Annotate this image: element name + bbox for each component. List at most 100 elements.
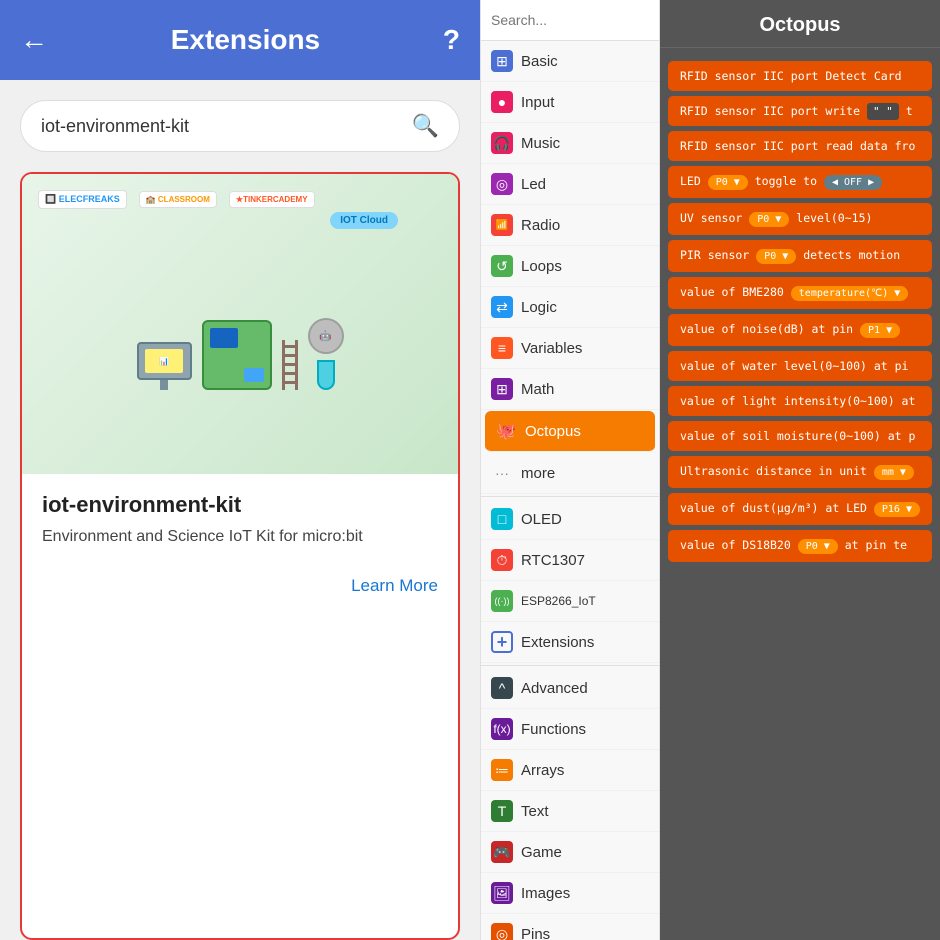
rtc-icon: ⏱ [491, 549, 513, 571]
right-panel: Octopus RFID sensor IIC port Detect Card… [660, 0, 940, 940]
basic-icon: ⊞ [491, 50, 513, 72]
logos-row: 🔲 ELECFREAKS 🏫 CLASSROOM ★TINKERCADEMY [38, 190, 315, 209]
sidebar-item-images[interactable]: 🖼 Images [481, 873, 659, 914]
search-input[interactable] [41, 116, 412, 137]
block-text-ultrasonic: Ultrasonic distance in unit mm ▼ [680, 464, 914, 480]
octopus-label: Octopus [525, 423, 581, 440]
block-pir-sensor[interactable]: PIR sensor P0 ▼ detects motion [668, 240, 932, 272]
sidebar-item-game[interactable]: 🎮 Game [481, 832, 659, 873]
block-text-rfid-detect: RFID sensor IIC port Detect Card [680, 69, 902, 83]
sidebar-item-functions[interactable]: f(x) Functions [481, 709, 659, 750]
chip [244, 368, 264, 382]
back-button[interactable]: ← [20, 24, 48, 56]
search-icon[interactable]: 🔍 [412, 113, 439, 139]
monitor-shape: 📊 [137, 342, 192, 380]
block-text-soil: value of soil moisture(0~100) at p [680, 429, 915, 443]
block-text-water: value of water level(0~100) at pi [680, 359, 908, 373]
sidebar-item-advanced[interactable]: ^ Advanced [481, 668, 659, 709]
block-ultrasonic[interactable]: Ultrasonic distance in unit mm ▼ [668, 456, 932, 488]
loops-label: Loops [521, 258, 562, 275]
sidebar-item-oled[interactable]: □ OLED [481, 499, 659, 540]
advanced-icon: ^ [491, 677, 513, 699]
sidebar-item-rtc1307[interactable]: ⏱ RTC1307 [481, 540, 659, 581]
block-noise[interactable]: value of noise(dB) at pin P1 ▼ [668, 314, 932, 346]
logo-elecfreaks: 🔲 ELECFREAKS [38, 190, 127, 209]
sidebar-item-variables[interactable]: ≡ Variables [481, 328, 659, 369]
music-icon: 🎧 [491, 132, 513, 154]
sidebar-item-basic[interactable]: ⊞ Basic [481, 41, 659, 82]
block-rfid-read[interactable]: RFID sensor IIC port read data fro [668, 131, 932, 161]
iot-cloud-label: IOT Cloud [330, 212, 398, 229]
sidebar-item-more[interactable]: ··· more [481, 453, 659, 494]
middle-search-bar: 🔍 [481, 0, 659, 41]
variables-icon: ≡ [491, 337, 513, 359]
sidebar-item-pins[interactable]: ◎ Pins [481, 914, 659, 940]
sidebar-item-input[interactable]: ● Input [481, 82, 659, 123]
block-soil-moisture[interactable]: value of soil moisture(0~100) at p [668, 421, 932, 451]
ladder-shape [282, 340, 298, 390]
sidebar-item-loops[interactable]: ↺ Loops [481, 246, 659, 287]
flask-shape [317, 360, 335, 390]
block-ds18b20[interactable]: value of DS18B20 P0 ▼ at pin te [668, 530, 932, 562]
sidebar-item-arrays[interactable]: ≔ Arrays [481, 750, 659, 791]
block-text-pir: PIR sensor P0 ▼ detects motion [680, 248, 900, 264]
led-icon: ◎ [491, 173, 513, 195]
block-light-intensity[interactable]: value of light intensity(0~100) at [668, 386, 932, 416]
block-text-led: LED P0 ▼ toggle to ◀ OFF ▶ [680, 174, 882, 190]
block-dust[interactable]: value of dust(μg/m³) at LED P16 ▼ [668, 493, 932, 525]
input-icon: ● [491, 91, 513, 113]
card-body: iot-environment-kit Environment and Scie… [22, 474, 458, 566]
middle-panel: 🔍 ⊞ Basic ● Input 🎧 Music ◎ Led 📶 Radio … [480, 0, 660, 940]
robot-shape: 🤖 [308, 318, 344, 354]
music-label: Music [521, 135, 560, 152]
block-uv-sensor[interactable]: UV sensor P0 ▼ level(0~15) [668, 203, 932, 235]
iot-diagram: 📊 🤖 [137, 318, 344, 390]
left-panel: ← Extensions ? 🔍 🔲 ELECFREAKS 🏫 CLASSROO… [0, 0, 480, 940]
sidebar-item-text[interactable]: T Text [481, 791, 659, 832]
more-label: more [521, 465, 555, 482]
logic-icon: ⇄ [491, 296, 513, 318]
oled-label: OLED [521, 511, 562, 528]
block-rfid-detect[interactable]: RFID sensor IIC port Detect Card [668, 61, 932, 91]
basic-label: Basic [521, 53, 558, 70]
functions-icon: f(x) [491, 718, 513, 740]
pins-icon: ◎ [491, 923, 513, 940]
block-led-toggle[interactable]: LED P0 ▼ toggle to ◀ OFF ▶ [668, 166, 932, 198]
more-icon: ··· [491, 462, 513, 484]
sidebar-item-esp8266[interactable]: ((·)) ESP8266_IoT [481, 581, 659, 622]
block-bme280[interactable]: value of BME280 temperature(℃) ▼ [668, 277, 932, 309]
sidebar-item-octopus[interactable]: 🐙 Octopus [485, 411, 655, 452]
octopus-icon: 🐙 [495, 420, 517, 442]
block-rfid-write[interactable]: RFID sensor IIC port write " " t [668, 96, 932, 126]
arrays-icon: ≔ [491, 759, 513, 781]
logo-tinkercademy: ★TINKERCADEMY [229, 191, 315, 208]
input-label: Input [521, 94, 554, 111]
main-box [202, 320, 272, 390]
rtc-label: RTC1307 [521, 552, 585, 569]
functions-label: Functions [521, 721, 586, 738]
sidebar-item-led[interactable]: ◎ Led [481, 164, 659, 205]
sidebar-item-extensions[interactable]: + Extensions [481, 622, 659, 663]
board [210, 328, 238, 348]
middle-search-input[interactable] [491, 12, 660, 28]
sidebar-item-logic[interactable]: ⇄ Logic [481, 287, 659, 328]
pins-label: Pins [521, 926, 550, 940]
logic-label: Logic [521, 299, 557, 316]
sidebar-item-radio[interactable]: 📶 Radio [481, 205, 659, 246]
game-label: Game [521, 844, 562, 861]
variables-label: Variables [521, 340, 582, 357]
learn-more-button[interactable]: Learn More [22, 566, 458, 612]
help-button[interactable]: ? [443, 24, 460, 56]
card-title: iot-environment-kit [42, 492, 438, 518]
sidebar-list: ⊞ Basic ● Input 🎧 Music ◎ Led 📶 Radio ↺ … [481, 41, 659, 940]
monitor-group: 📊 [137, 342, 192, 390]
extensions-icon: + [491, 631, 513, 653]
block-water-level[interactable]: value of water level(0~100) at pi [668, 351, 932, 381]
block-text-noise: value of noise(dB) at pin P1 ▼ [680, 322, 900, 338]
radio-icon: 📶 [491, 214, 513, 236]
block-text-dust: value of dust(μg/m³) at LED P16 ▼ [680, 501, 920, 517]
sidebar-item-math[interactable]: ⊞ Math [481, 369, 659, 410]
blocks-list: RFID sensor IIC port Detect Card RFID se… [660, 48, 940, 940]
images-icon: 🖼 [491, 882, 513, 904]
sidebar-item-music[interactable]: 🎧 Music [481, 123, 659, 164]
